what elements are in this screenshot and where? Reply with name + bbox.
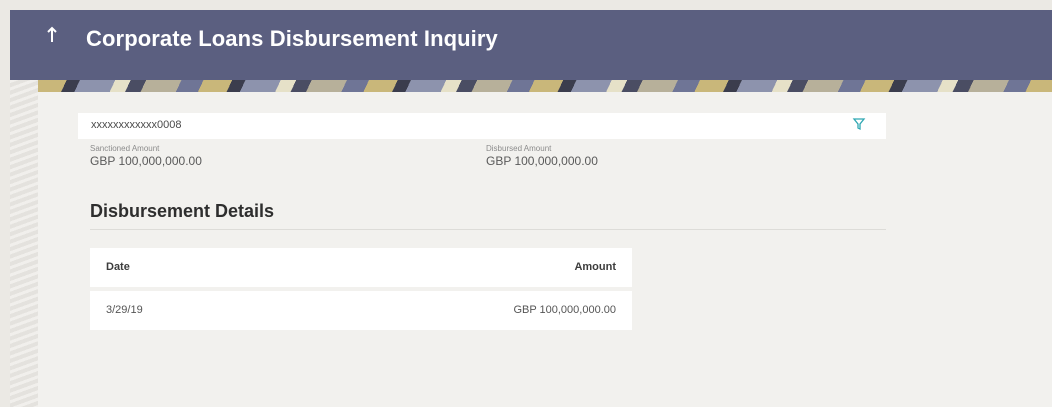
- account-selector[interactable]: [78, 113, 886, 139]
- account-number: xxxxxxxxxxxx0008: [91, 119, 182, 131]
- filter-button[interactable]: [852, 117, 866, 131]
- left-rail: [10, 80, 38, 407]
- up-arrow-icon: [47, 26, 57, 42]
- decorative-stripe: [38, 80, 1052, 92]
- page-title: Corporate Loans Disbursement Inquiry: [86, 26, 498, 51]
- sanctioned-amount-value: GBP 100,000,000.00: [90, 154, 202, 168]
- column-header-date: Date: [106, 261, 130, 273]
- section-divider: [90, 229, 886, 230]
- disbursed-amount-label: Disbursed Amount: [486, 144, 552, 153]
- sanctioned-amount-label: Sanctioned Amount: [90, 144, 160, 153]
- table-header: Date Amount: [90, 248, 632, 287]
- back-button[interactable]: [42, 24, 62, 48]
- disbursed-amount-value: GBP 100,000,000.00: [486, 154, 598, 168]
- row-amount: GBP 100,000,000.00: [513, 304, 616, 316]
- disbursement-table: Date Amount 3/29/19 GBP 100,000,000.00: [90, 248, 632, 330]
- table-row: 3/29/19 GBP 100,000,000.00: [90, 291, 632, 330]
- filter-icon: [852, 118, 866, 131]
- row-date: 3/29/19: [106, 304, 143, 316]
- section-title: Disbursement Details: [90, 201, 275, 221]
- column-header-amount: Amount: [574, 261, 616, 273]
